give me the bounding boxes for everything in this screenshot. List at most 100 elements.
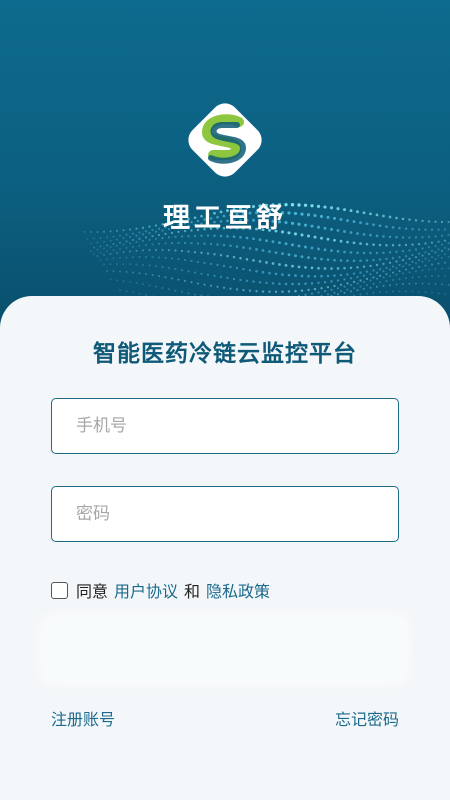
forgot-password-link[interactable]: 忘记密码	[335, 706, 399, 730]
agree-checkbox[interactable]	[51, 581, 68, 599]
particle-dot	[190, 259, 193, 263]
particle-dot	[287, 253, 291, 257]
particle-dot	[339, 290, 343, 293]
particle-dot	[125, 246, 128, 249]
particle-dot	[99, 251, 102, 254]
particle-dot	[441, 283, 443, 286]
particle-dot	[310, 266, 314, 270]
particle-dot	[343, 285, 346, 288]
particle-dot	[183, 241, 187, 245]
particle-dot	[330, 288, 333, 291]
particle-dot	[356, 289, 359, 292]
particle-dot	[112, 243, 115, 245]
particle-dot	[119, 248, 121, 250]
particle-dot	[109, 252, 112, 255]
particle-dot	[261, 249, 265, 252]
particle-dot	[440, 243, 444, 246]
particle-dot	[385, 273, 388, 276]
particle-dot	[265, 239, 268, 243]
particle-dot	[132, 245, 134, 248]
particle-dot	[183, 258, 187, 262]
particle-dot	[167, 249, 171, 252]
particle-dot	[138, 256, 141, 258]
user-agreement-link[interactable]: 用户协议	[114, 578, 178, 602]
particle-dot	[378, 258, 382, 261]
particle-dot	[307, 256, 310, 259]
particle-dot	[278, 241, 281, 245]
particle-dot	[96, 248, 99, 251]
particle-dot	[151, 243, 154, 246]
particle-dot	[359, 271, 362, 274]
particle-dot	[294, 289, 297, 293]
particle-dot	[339, 273, 343, 277]
particle-dot	[365, 284, 369, 287]
particle-dot	[200, 272, 203, 275]
particle-dot	[424, 291, 427, 293]
particle-dot	[428, 259, 430, 262]
particle-dot	[281, 252, 284, 256]
particle-dot	[346, 288, 349, 291]
particle-dot	[116, 244, 118, 247]
particle-dot	[414, 262, 418, 265]
particle-dot	[125, 271, 128, 273]
particle-dot	[265, 261, 268, 264]
particle-dot	[437, 240, 440, 243]
particle-dot	[151, 235, 154, 238]
particle-dot	[187, 250, 190, 253]
particle-dot	[388, 251, 392, 254]
particle-dot	[157, 242, 161, 245]
particle-dot	[447, 267, 450, 270]
particle-dot	[441, 267, 443, 270]
particle-dot	[323, 280, 327, 284]
particle-dot	[356, 275, 359, 279]
particle-dot	[391, 244, 395, 247]
particle-dot	[216, 263, 219, 267]
phone-input[interactable]	[52, 399, 398, 453]
particle-dot	[167, 266, 171, 270]
particle-dot	[401, 259, 405, 262]
particle-dot	[375, 271, 379, 274]
particle-dot	[242, 246, 245, 249]
particle-dot	[405, 290, 407, 293]
particle-dot	[297, 265, 301, 269]
particle-dot	[119, 241, 121, 244]
particle-dot	[271, 262, 275, 265]
particle-dot	[203, 242, 206, 245]
password-input[interactable]	[52, 487, 398, 541]
particle-dot	[232, 235, 236, 239]
particle-dot	[271, 282, 275, 285]
particle-dot	[255, 289, 258, 293]
particle-dot	[180, 290, 184, 293]
particle-dot	[245, 257, 249, 261]
particle-dot	[365, 277, 369, 281]
privacy-policy-link[interactable]: 隐私政策	[206, 578, 270, 602]
particle-dot	[252, 280, 255, 283]
particle-dot	[122, 243, 125, 246]
particle-dot	[209, 242, 213, 246]
particle-dot	[349, 277, 353, 280]
particle-dot	[99, 259, 102, 261]
particle-dot	[424, 264, 427, 267]
particle-dot	[193, 251, 197, 254]
particle-dot	[116, 238, 118, 241]
register-link[interactable]: 注册账号	[51, 706, 115, 730]
agree-prefix-text: 同意	[76, 582, 109, 601]
particle-dot	[431, 275, 433, 277]
particle-dot	[148, 264, 151, 267]
particle-dot	[411, 276, 414, 279]
particle-dot	[343, 291, 346, 294]
particle-dot	[349, 266, 353, 270]
particle-dot	[385, 290, 388, 293]
particle-dot	[362, 251, 366, 255]
particle-dot	[356, 282, 359, 285]
particle-dot	[431, 263, 433, 266]
particle-dot	[352, 272, 356, 275]
particle-dot	[281, 273, 284, 276]
particle-dot	[333, 284, 336, 288]
particle-dot	[297, 282, 301, 286]
particle-dot	[271, 240, 275, 244]
login-button[interactable]	[44, 617, 406, 681]
particle-dot	[444, 274, 446, 277]
particle-dot	[415, 282, 417, 285]
particle-dot	[187, 292, 190, 295]
